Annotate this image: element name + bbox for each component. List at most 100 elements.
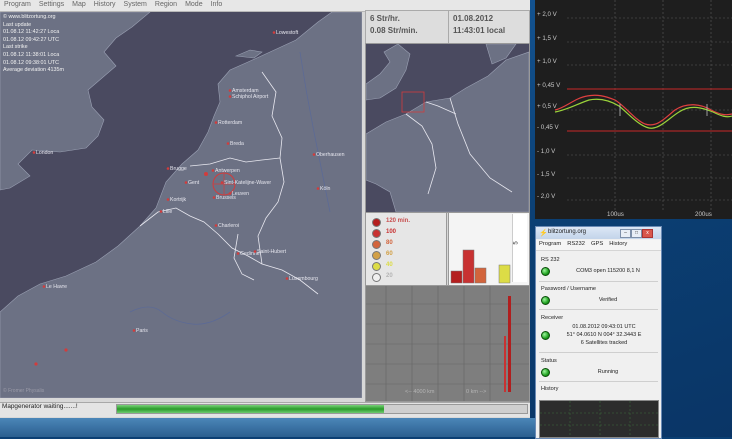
divider (539, 381, 658, 382)
city-dot (228, 95, 232, 98)
city-dot (42, 285, 46, 288)
info-line: Last strike (3, 44, 28, 51)
legend-swatch (372, 229, 381, 238)
city-label: Luxembourg (289, 276, 318, 282)
menu-region[interactable]: Region (151, 0, 181, 8)
city-dot (166, 167, 170, 170)
lightning-icon: ⚡ (539, 230, 548, 237)
legend-label: 60 (386, 251, 393, 257)
city-dot (226, 142, 230, 145)
scope-x-label-100: 100us (607, 211, 624, 218)
window-menu-history[interactable]: History (606, 240, 630, 248)
city-dot (228, 89, 232, 92)
info-line: © www.blitzortung.org (3, 14, 56, 20)
menu-info[interactable]: Info (207, 0, 227, 8)
city-dot (184, 181, 188, 184)
histogram-bar (450, 270, 463, 284)
city-label: Breda (230, 141, 244, 147)
divider (539, 309, 658, 310)
legend-swatch (372, 262, 381, 271)
city-dot (166, 198, 170, 201)
city-label: Le Havre (46, 284, 67, 290)
histogram-bar (474, 267, 487, 284)
city-label: Oberhausen (316, 152, 345, 158)
city-label: Antwerpen (215, 168, 240, 174)
legend-swatch (372, 251, 381, 260)
scope-y-label: + 1,0 V (537, 58, 557, 65)
legend-swatch (372, 218, 381, 227)
city-dot (132, 329, 136, 332)
window-title-bar[interactable]: ⚡ blitzortung.org – □ x (536, 227, 661, 239)
age-legend: 120 min. 100 80 60 40 20 (365, 212, 447, 286)
history-plot (539, 400, 659, 438)
city-label: Lille (163, 209, 172, 215)
city-dot (214, 224, 218, 227)
info-line: 01.08.12 09:42:27 UTC (3, 36, 60, 43)
divider (539, 352, 658, 353)
minimap-svg (366, 44, 529, 212)
city-dot (272, 31, 276, 34)
current-date: 01.08.2012 (453, 14, 494, 23)
menu-mode[interactable]: Mode (181, 0, 207, 8)
city-dot (32, 151, 36, 154)
overview-minimap[interactable] (365, 43, 530, 213)
receiver-status-led (541, 331, 550, 340)
status-value: Running (597, 369, 619, 375)
rs232-title: RS 232 (541, 257, 560, 263)
histogram-count: 5 (513, 241, 520, 245)
distance-plot-svg (366, 286, 529, 401)
close-button[interactable]: x (642, 229, 653, 238)
city-label: Saint-Hubert (257, 249, 287, 255)
history-title: History (541, 386, 559, 392)
minimize-button[interactable]: – (620, 229, 631, 238)
info-line: 01.08.12 11:38:01 Loca (3, 51, 60, 58)
password-value: Verified (598, 297, 618, 303)
progress-fill (117, 405, 384, 413)
distance-bar (508, 296, 511, 392)
city-dot (214, 121, 218, 124)
city-dot (236, 252, 240, 255)
scope-svg (554, 0, 732, 210)
menu-map[interactable]: Map (68, 0, 90, 8)
strike-rate-panel: 6 Str/hr. 0.08 Str/min. (365, 10, 449, 44)
scope-y-label: + 2,0 V (537, 11, 557, 18)
city-label: Rotterdam (218, 120, 242, 126)
city-label: Köln (320, 186, 330, 192)
maximize-button[interactable]: □ (631, 229, 642, 238)
window-menu-rs232[interactable]: RS232 (564, 240, 588, 248)
receiver-window: ⚡ blitzortung.org – □ x Program RS232 GPS H… (535, 226, 662, 439)
city-dot (220, 181, 224, 184)
info-line: Average deviation 4135m (3, 67, 65, 74)
info-line: 01.08.12 09:38:01 UTC (3, 59, 60, 66)
distance-axis-right: 0 km --> (466, 389, 487, 395)
strikes-per-min: 0.08 Str/min. (370, 26, 418, 35)
rs232-status-led (541, 267, 550, 276)
map-progress-bar (116, 404, 528, 414)
city-label: Gent (188, 180, 200, 186)
legend-label: 120 min. (386, 218, 411, 224)
rs232-value: COM3 open 115200 8,1 N (576, 268, 640, 274)
history-plot-svg (540, 401, 658, 437)
window-menu-gps[interactable]: GPS (588, 240, 606, 248)
menu-history[interactable]: History (90, 0, 120, 8)
menu-settings[interactable]: Settings (35, 0, 68, 8)
distance-axis-left: <-- 4000 km (405, 389, 435, 395)
window-title: blitzortung.org (548, 229, 587, 235)
menu-program[interactable]: Program (0, 0, 35, 8)
signal-scope: + 2,0 V + 1,5 V + 1,0 V + 0,45 V + 0,5 V - 0,… (535, 0, 732, 219)
city-dot (312, 153, 316, 156)
legend-label: 20 (386, 273, 393, 279)
scope-y-label: - 2,0 V (537, 193, 556, 200)
window-menu-bar: Program RS232 GPS History (536, 240, 661, 251)
status-text: Mapgenerator waiting.......! (2, 403, 78, 410)
menu-system[interactable]: System (120, 0, 151, 8)
city-dot (316, 187, 320, 190)
receiver-title: Receiver (541, 315, 564, 321)
receiver-datetime: 01.08.2012 09:43:01 UTC (572, 324, 636, 330)
legend-swatch (372, 240, 381, 249)
date-time-panel: 01.08.2012 11:43:01 local (448, 10, 530, 44)
window-menu-program[interactable]: Program (536, 240, 564, 248)
city-label: London (36, 150, 53, 156)
legend-label: 80 (386, 240, 393, 246)
status-led (541, 368, 550, 377)
